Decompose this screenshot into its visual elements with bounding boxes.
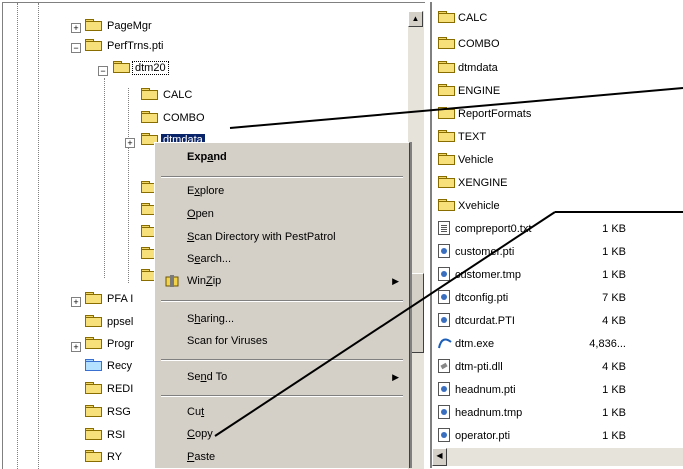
folder-icon	[85, 291, 102, 304]
expand-box-icon[interactable]: +	[71, 297, 81, 307]
list-item[interactable]: dtconfig.pti 7 KB	[438, 290, 626, 307]
menu-separator	[161, 300, 403, 302]
folder-icon	[438, 175, 455, 188]
folder-icon	[438, 83, 455, 96]
list-item[interactable]: XENGINE	[438, 175, 508, 192]
folder-icon	[438, 129, 455, 142]
scroll-left-arrow-icon[interactable]: ◀	[432, 448, 447, 466]
tree-node-pagemgr[interactable]: PageMgr	[85, 18, 154, 35]
tree-guide-line	[17, 3, 18, 469]
tree-guide-line	[104, 78, 105, 278]
collapse-box-icon[interactable]: −	[98, 66, 108, 76]
winzip-icon	[165, 274, 181, 295]
tree-node-dtm20[interactable]: dtm20	[113, 60, 169, 77]
list-item[interactable]: customer.pti 1 KB	[438, 244, 626, 261]
submenu-arrow-icon: ▶	[392, 276, 399, 286]
menu-item-open[interactable]: Open	[155, 204, 409, 224]
tree-vertical-scrollbar[interactable]: ▲	[408, 11, 424, 469]
list-item[interactable]: dtm-pti.dll 4 KB	[438, 359, 626, 376]
file-list-pane[interactable]: CALC COMBO dtmdata ENGINE ReportFormats …	[430, 2, 683, 468]
tree-guide-line	[38, 3, 39, 469]
recycle-bin-icon	[85, 358, 102, 371]
folder-icon	[438, 36, 455, 49]
tree-node-rsg[interactable]: RSG	[85, 404, 133, 421]
folder-icon	[438, 198, 455, 211]
collapse-box-icon[interactable]: −	[71, 43, 81, 53]
expand-box-icon[interactable]: +	[71, 342, 81, 352]
menu-item-sharing[interactable]: Sharing...	[155, 309, 409, 329]
tree-node-ppsel[interactable]: ppsel	[85, 314, 135, 331]
list-item[interactable]: COMBO	[438, 36, 500, 53]
expand-box-icon[interactable]: +	[71, 23, 81, 33]
tree-node-redi[interactable]: REDI	[85, 381, 135, 398]
tree-node-calc[interactable]: CALC	[141, 87, 194, 104]
scroll-up-arrow-icon[interactable]: ▲	[408, 11, 423, 27]
folder-icon	[85, 381, 102, 394]
folder-icon	[141, 110, 158, 123]
tree-node-recycle[interactable]: Recy	[85, 358, 134, 375]
tree-node-combo[interactable]: COMBO	[141, 110, 207, 127]
menu-item-scan-viruses[interactable]: Scan for Viruses	[155, 331, 409, 351]
folder-icon	[438, 152, 455, 165]
menu-item-expand[interactable]: Expand	[155, 147, 409, 167]
list-horizontal-scrollbar[interactable]: ◀	[432, 448, 683, 466]
menu-item-copy[interactable]: Copy	[155, 424, 409, 444]
folder-icon	[438, 10, 455, 23]
list-item[interactable]: compreport0.txt 1 KB	[438, 221, 626, 238]
menu-item-cut[interactable]: Cut	[155, 402, 409, 422]
list-item[interactable]: headnum.pti 1 KB	[438, 382, 626, 399]
menu-separator	[161, 359, 403, 361]
tree-node-perftrns[interactable]: PerfTrns.pti	[85, 38, 165, 55]
folder-icon	[85, 18, 102, 31]
list-item[interactable]: ReportFormats	[438, 106, 531, 123]
list-item[interactable]: Vehicle	[438, 152, 493, 169]
list-item[interactable]: Xvehicle	[438, 198, 500, 215]
menu-separator	[161, 176, 403, 178]
list-item[interactable]: operator.pti 1 KB	[438, 428, 626, 445]
folder-icon	[85, 38, 102, 51]
list-item[interactable]: dtcurdat.PTI 4 KB	[438, 313, 626, 330]
tree-node-pfa[interactable]: PFA I	[85, 291, 135, 308]
context-menu[interactable]: Expand Explore Open Scan Directory with …	[154, 142, 410, 468]
menu-item-search[interactable]: Search...	[155, 249, 409, 269]
tree-guide-line	[128, 88, 129, 283]
folder-icon	[438, 106, 455, 119]
folder-icon	[85, 427, 102, 440]
menu-item-send-to[interactable]: Send To ▶	[155, 367, 409, 387]
tree-node-rsi[interactable]: RSI	[85, 427, 127, 444]
folder-icon	[85, 449, 102, 462]
list-item[interactable]: customer.tmp 1 KB	[438, 267, 626, 284]
scrollbar-thumb[interactable]	[408, 273, 424, 353]
submenu-arrow-icon: ▶	[392, 372, 399, 382]
list-item[interactable]: CALC	[438, 10, 487, 27]
menu-separator	[161, 395, 403, 397]
list-item[interactable]: dtmdata	[438, 60, 498, 77]
list-item[interactable]: ENGINE	[438, 83, 500, 100]
list-item[interactable]: TEXT	[438, 129, 486, 146]
folder-icon	[85, 314, 102, 327]
folder-icon	[85, 336, 102, 349]
list-item[interactable]: headnum.tmp 1 KB	[438, 405, 626, 422]
folder-icon	[438, 60, 455, 73]
expand-box-icon[interactable]: +	[125, 138, 135, 148]
folder-icon	[141, 87, 158, 100]
menu-item-explore[interactable]: Explore	[155, 181, 409, 201]
open-folder-icon	[113, 60, 130, 73]
list-item[interactable]: dtm.exe 4,836...	[438, 336, 626, 353]
menu-item-winzip[interactable]: WinZip ▶	[155, 271, 409, 291]
tree-node-ry[interactable]: RY	[85, 449, 124, 466]
menu-item-scan-pestpatrol[interactable]: Scan Directory with PestPatrol	[155, 227, 409, 247]
folder-icon	[85, 404, 102, 417]
menu-item-paste[interactable]: Paste	[155, 447, 409, 467]
tree-node-progr[interactable]: Progr	[85, 336, 136, 353]
